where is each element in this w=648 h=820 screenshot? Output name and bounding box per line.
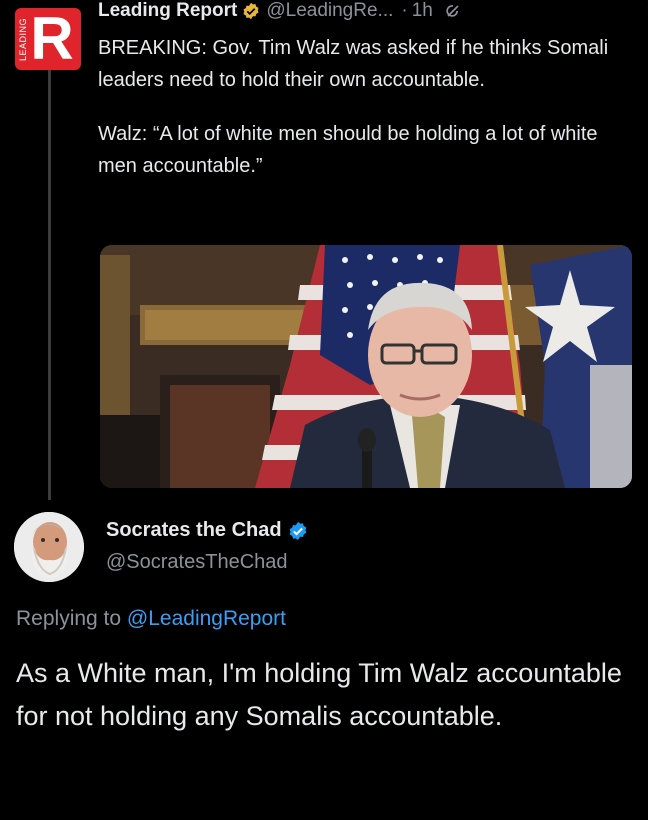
verified-gold-icon — [242, 2, 260, 20]
replying-mention-link[interactable]: @LeadingReport — [127, 607, 286, 630]
socrates-avatar[interactable] — [14, 512, 84, 582]
thread-connector-line — [48, 70, 51, 500]
leading-report-avatar[interactable]: LEADING R — [15, 8, 81, 70]
author-handle[interactable]: @LeadingRe... — [266, 0, 393, 22]
avatar-side-text: LEADING — [18, 18, 28, 62]
original-tweet[interactable]: Leading Report @LeadingRe... · 1h ⋮ BREA… — [98, 0, 648, 182]
replying-prefix: Replying to — [16, 607, 122, 630]
grok-icon[interactable] — [443, 1, 463, 21]
tweet-body: BREAKING: Gov. Tim Walz was asked if he … — [98, 32, 633, 182]
tweet-time[interactable]: 1h — [412, 0, 433, 22]
tweet-header: Leading Report @LeadingRe... · 1h — [98, 0, 633, 24]
avatar-letter: R — [30, 5, 74, 72]
reply-author-name[interactable]: Socrates the Chad — [106, 519, 282, 542]
separator-dot: · — [401, 0, 408, 21]
tweet-paragraph-1: BREAKING: Gov. Tim Walz was asked if he … — [98, 37, 609, 91]
tweet-media-photo[interactable] — [100, 245, 632, 488]
reply-body: As a White man, I'm holding Tim Walz acc… — [16, 658, 622, 731]
reply-author-row: Socrates the Chad — [106, 519, 308, 542]
replying-to-line: Replying to @LeadingReport — [16, 607, 286, 631]
author-name[interactable]: Leading Report — [98, 0, 237, 22]
tweet-paragraph-2: Walz: “A lot of white men should be hold… — [98, 123, 598, 177]
verified-blue-icon — [288, 521, 308, 541]
more-icon[interactable]: ⋮ — [639, 0, 648, 17]
reply-author-handle[interactable]: @SocratesTheChad — [106, 551, 288, 574]
